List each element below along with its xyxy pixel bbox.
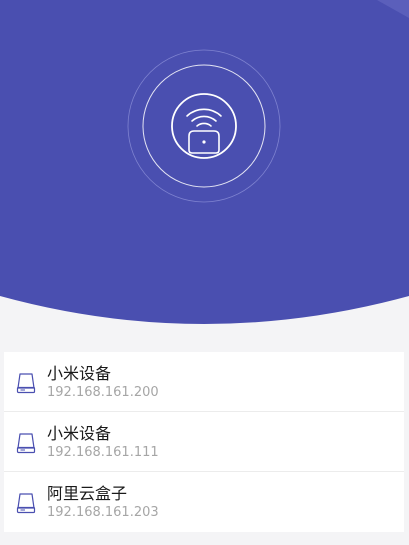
corner-fold-decoration — [377, 0, 409, 18]
device-item[interactable]: 小米设备 192.168.161.111 — [4, 412, 404, 472]
scan-header — [0, 0, 409, 330]
radar-inner-ring — [142, 64, 266, 188]
scan-radar — [127, 49, 281, 203]
radar-outer-ring — [127, 49, 281, 203]
device-name: 小米设备 — [47, 424, 112, 443]
device-item[interactable]: 阿里云盒子 192.168.161.203 — [4, 472, 404, 532]
device-list: 小米设备 192.168.161.200 小米设备 192.168.161.11… — [4, 352, 404, 532]
device-item[interactable]: 小米设备 192.168.161.200 — [4, 352, 404, 412]
device-ip: 192.168.161.111 — [47, 445, 159, 460]
hard-drive-icon — [16, 433, 36, 454]
device-ip: 192.168.161.200 — [47, 385, 159, 400]
hard-drive-icon — [16, 373, 36, 394]
device-name: 小米设备 — [47, 364, 112, 383]
wifi-router-icon — [171, 93, 237, 159]
device-name: 阿里云盒子 — [47, 484, 128, 503]
hard-drive-icon — [16, 493, 36, 514]
device-ip: 192.168.161.203 — [47, 505, 159, 520]
